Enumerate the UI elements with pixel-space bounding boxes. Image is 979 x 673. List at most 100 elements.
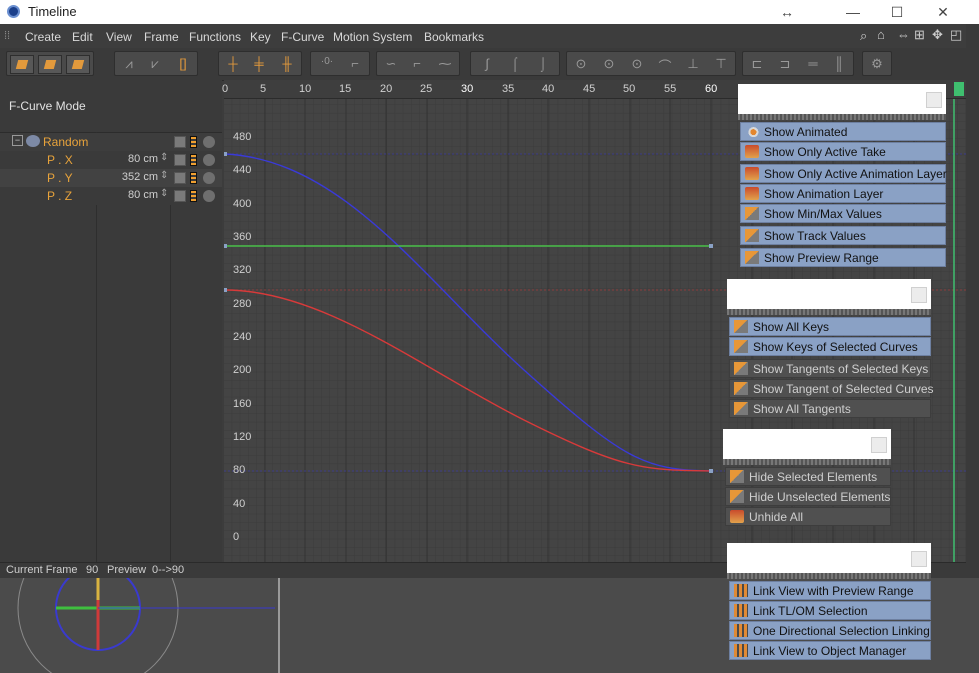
menu-item-show-all-keys[interactable]: Show All Keys <box>729 317 931 336</box>
track-row[interactable]: P . X 80 cm ⇕ <box>0 151 222 169</box>
add-key-icon[interactable]: ┼ <box>221 56 245 71</box>
menu-item-show-only-active-take[interactable]: Show Only Active Take <box>740 142 946 161</box>
frame-preview-icon[interactable]: [] <box>171 56 195 71</box>
menu-item-hide-unselected[interactable]: Hide Unselected Elements <box>725 487 891 506</box>
menu-create[interactable]: Create <box>25 30 61 44</box>
remove-keys-icon[interactable]: ╫ <box>275 56 299 71</box>
auto-tangent-icon[interactable]: ⊙ <box>569 56 593 72</box>
track-bars-icon[interactable] <box>190 136 197 148</box>
home-icon[interactable]: ⌂ <box>877 27 885 42</box>
menu-item-hide-selected[interactable]: Hide Selected Elements <box>725 467 891 486</box>
zero-angle-icon[interactable]: ·0· <box>315 56 339 67</box>
menu-item-show-track-values[interactable]: Show Track Values <box>740 226 946 245</box>
menu-item-link-view-preview-range[interactable]: Link View with Preview Range <box>729 581 931 600</box>
lock-x-icon[interactable]: ⊐ <box>773 56 797 72</box>
overshoot-icon[interactable]: ⊙ <box>625 56 649 72</box>
menu-item-one-directional-linking[interactable]: One Directional Selection Linking <box>729 621 931 640</box>
tree-row-object[interactable]: − Random <box>0 133 222 151</box>
key-point[interactable] <box>709 469 713 473</box>
track-value[interactable]: 352 cm <box>110 171 158 183</box>
menu-item-link-view-object-manager[interactable]: Link View to Object Manager <box>729 641 931 660</box>
spinner-icon[interactable]: ⇕ <box>160 170 168 181</box>
palette-grip[interactable] <box>738 114 946 120</box>
menu-item-show-keys-selected-curves[interactable]: Show Keys of Selected Curves <box>729 337 931 356</box>
spinner-icon[interactable]: ⇕ <box>160 152 168 163</box>
lock-value-icon[interactable]: ⊤ <box>709 56 733 72</box>
palette-header[interactable] <box>738 84 946 114</box>
palette-close-button[interactable] <box>926 92 942 108</box>
menu-view[interactable]: View <box>106 30 132 44</box>
add-keys-icon[interactable]: ╪ <box>247 56 271 71</box>
track-row[interactable]: P . Z 80 cm ⇕ <box>0 187 222 205</box>
break-tangent-icon[interactable]: ⌒ <box>653 56 677 75</box>
track-value[interactable]: 80 cm <box>110 189 158 201</box>
menu-item-show-animated[interactable]: Show Animated <box>740 122 946 141</box>
menu-functions[interactable]: Functions <box>189 30 241 44</box>
menu-item-show-tangent-selected-curves[interactable]: Show Tangent of Selected Curves <box>729 379 934 398</box>
ease-in-icon[interactable]: ⌠ <box>503 56 527 71</box>
linear-icon[interactable]: ⁓ <box>433 56 457 72</box>
menu-edit[interactable]: Edit <box>72 30 93 44</box>
palette-header[interactable] <box>727 543 931 573</box>
lock-z-icon[interactable]: ║ <box>827 56 851 71</box>
spinner-icon[interactable]: ⇕ <box>160 188 168 199</box>
zero-length-icon[interactable]: ⌐ <box>343 56 367 71</box>
fcurve-mode-icon[interactable] <box>38 55 62 74</box>
edit-icon[interactable] <box>174 154 186 166</box>
minimize-icon[interactable]: — <box>838 2 868 22</box>
playhead-marker[interactable] <box>954 82 964 96</box>
settings-icon[interactable]: ⚙ <box>865 56 889 72</box>
sync-icon[interactable]: ⇔ <box>897 27 910 42</box>
key-point[interactable] <box>224 244 227 248</box>
lock-y-icon[interactable]: ═ <box>801 56 825 71</box>
step-icon[interactable]: ⌐ <box>405 56 429 71</box>
close-icon[interactable]: ✕ <box>928 2 958 22</box>
key-mode-icon[interactable] <box>10 55 34 74</box>
key-point[interactable] <box>224 288 227 292</box>
edit-icon[interactable] <box>174 172 186 184</box>
track-value[interactable]: 80 cm <box>110 153 158 165</box>
solo-dot-icon[interactable] <box>203 172 215 184</box>
menu-item-unhide-all[interactable]: Unhide All <box>725 507 891 526</box>
track-bars-icon[interactable] <box>190 190 197 202</box>
maximize-icon[interactable]: ☐ <box>882 2 912 22</box>
ease-out-icon[interactable]: ⌡ <box>531 56 555 71</box>
track-row[interactable]: P . Y 352 cm ⇕ <box>0 169 222 187</box>
frame-curve-icon[interactable]: ⩘ <box>117 56 141 72</box>
clamp-tangent-icon[interactable]: ⊙ <box>597 56 621 72</box>
menu-item-show-tangents-selected-keys[interactable]: Show Tangents of Selected Keys <box>729 359 931 378</box>
menu-bookmarks[interactable]: Bookmarks <box>424 30 484 44</box>
menu-item-show-min-max-values[interactable]: Show Min/Max Values <box>740 204 946 223</box>
menu-item-show-only-active-animation-layer[interactable]: Show Only Active Animation Layer <box>740 164 947 183</box>
track-bars-icon[interactable] <box>190 172 197 184</box>
menu-item-link-tl-om-selection[interactable]: Link TL/OM Selection <box>729 601 931 620</box>
palette-close-button[interactable] <box>911 551 927 567</box>
key-point[interactable] <box>224 152 227 156</box>
menu-item-show-animation-layer[interactable]: Show Animation Layer <box>740 184 946 203</box>
edit-icon[interactable] <box>174 136 186 148</box>
edit-icon[interactable] <box>174 190 186 202</box>
track-bars-icon[interactable] <box>190 154 197 166</box>
palette-close-button[interactable] <box>871 437 887 453</box>
frame-all-icon[interactable]: ⊞ <box>914 27 925 43</box>
solo-dot-icon[interactable] <box>203 136 215 148</box>
maximize-panel-icon[interactable]: ◰ <box>950 27 962 43</box>
menu-key[interactable]: Key <box>250 30 271 44</box>
lock-tangent-icon[interactable]: ⊥ <box>681 56 705 72</box>
solo-dot-icon[interactable] <box>203 190 215 202</box>
move-icon[interactable]: ✥ <box>932 27 943 43</box>
palette-grip[interactable] <box>727 573 931 579</box>
collapse-icon[interactable]: − <box>12 135 23 146</box>
palette-header[interactable] <box>723 429 891 459</box>
spline-icon[interactable]: ∽ <box>379 56 403 72</box>
solo-dot-icon[interactable] <box>203 154 215 166</box>
menu-fcurve[interactable]: F-Curve <box>281 30 324 44</box>
lock-time-icon[interactable]: ⊏ <box>745 56 769 72</box>
menu-item-show-all-tangents[interactable]: Show All Tangents <box>729 399 931 418</box>
key-point[interactable] <box>709 244 713 248</box>
palette-header[interactable] <box>727 279 931 309</box>
grip-icon[interactable]: ⁞⁞ <box>4 30 10 42</box>
frame-selected-icon[interactable]: ⩗ <box>143 56 167 72</box>
search-icon[interactable]: ⌕ <box>860 28 867 44</box>
menu-motion-system[interactable]: Motion System <box>333 30 412 44</box>
